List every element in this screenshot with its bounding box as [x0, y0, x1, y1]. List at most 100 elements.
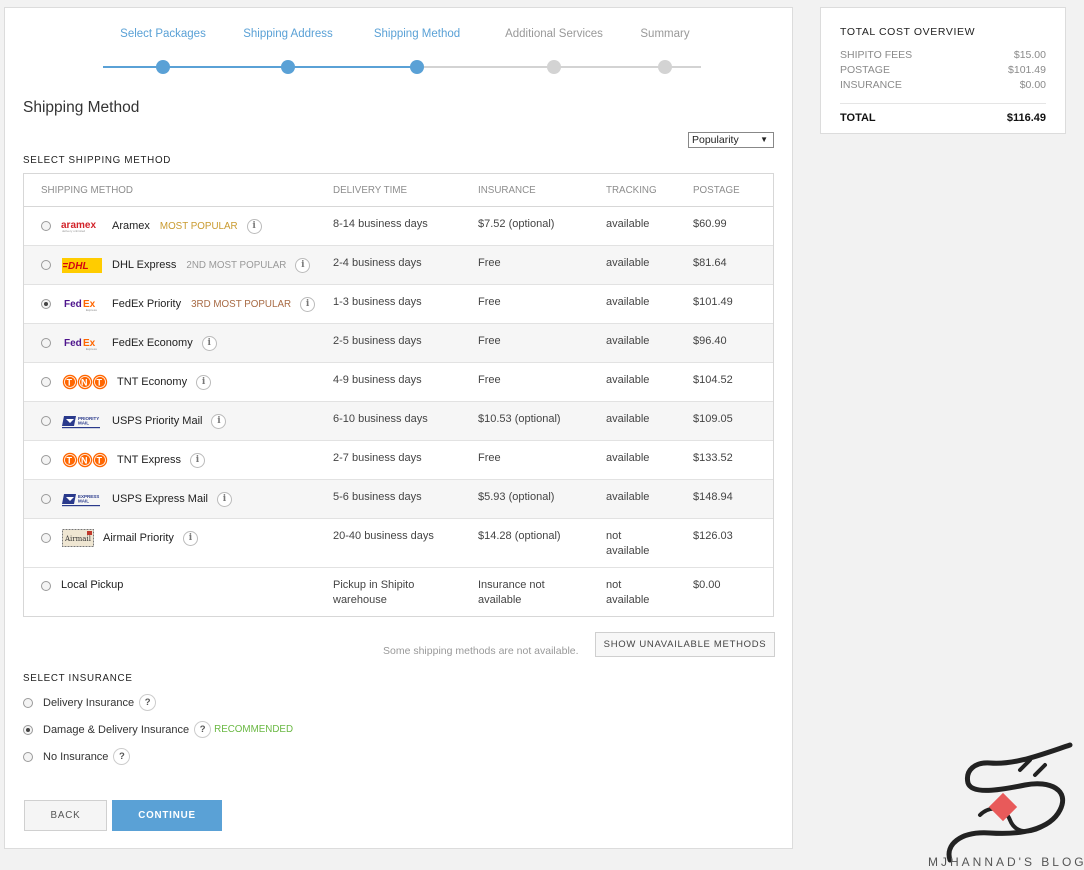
shipping-radio[interactable]: [41, 455, 51, 465]
svg-text:T: T: [66, 456, 72, 466]
aramex-logo: aramex delivery unlimited: [61, 217, 103, 235]
method-cell: EXPRESS MAIL USPS Express Mail i: [24, 480, 333, 508]
insurance-value: Free: [478, 335, 501, 347]
svg-text:MAIL: MAIL: [78, 420, 89, 425]
delivery-time: 20-40 business days: [333, 530, 434, 542]
insurance-value: Free: [478, 257, 501, 269]
insurance-option-label: Delivery Insurance: [43, 696, 135, 709]
insurance-option-delivery[interactable]: Delivery Insurance ?: [23, 694, 157, 711]
info-icon[interactable]: i: [211, 413, 227, 429]
insurance-radio[interactable]: [23, 697, 33, 708]
delivery-time: 1-3 business days: [333, 296, 422, 308]
show-unavailable-button[interactable]: SHOW UNAVAILABLE METHODS: [595, 632, 775, 657]
tracking-value: available: [606, 452, 650, 464]
info-icon[interactable]: i: [300, 296, 316, 312]
info-icon[interactable]: i: [216, 491, 232, 507]
step-shipping-address[interactable]: Shipping Address: [228, 26, 348, 74]
help-icon[interactable]: ?: [139, 694, 157, 711]
table-row[interactable]: Fed Ex Express FedEx Priority 3RD MOST POP…: [24, 285, 773, 324]
shipping-radio[interactable]: [41, 299, 51, 309]
main-panel: Select Packages Shipping Address Shippin…: [4, 7, 793, 849]
svg-text:T: T: [66, 378, 72, 388]
carrier-name: TNT Economy: [117, 375, 188, 388]
table-row[interactable]: DHL DHL Express 2ND MOST POPULAR i 2-4 b…: [24, 246, 773, 285]
table-row[interactable]: Fed Ex Express FedEx Economy i 2-5 busines…: [24, 324, 773, 363]
header-tracking: TRACKING: [606, 184, 657, 196]
method-cell: Fed Ex Express FedEx Priority 3RD MOST POP…: [24, 285, 333, 313]
sort-select[interactable]: Popularity ▼: [688, 132, 774, 148]
info-icon[interactable]: i: [295, 257, 311, 273]
carrier-name: Aramex: [112, 219, 150, 232]
section-label-shipping: SELECT SHIPPING METHOD: [23, 155, 172, 166]
popularity-badge: 2ND MOST POPULAR: [186, 259, 287, 271]
step-shipping-method[interactable]: Shipping Method: [357, 26, 477, 74]
info-icon[interactable]: i: [189, 452, 205, 468]
insurance-option-none[interactable]: No Insurance ?: [23, 748, 131, 765]
table-row[interactable]: TNT TNT Economy i 4-9 business days Free…: [24, 363, 773, 402]
method-cell: Local Pickup: [24, 568, 333, 593]
svg-text:N: N: [81, 456, 88, 466]
insurance-value: $5.93 (optional): [478, 491, 555, 503]
insurance-radio[interactable]: [23, 751, 33, 762]
tracking-value: available: [606, 335, 650, 347]
postage-value: $109.05: [693, 413, 733, 425]
info-icon[interactable]: i: [201, 335, 217, 351]
postage-value: $101.49: [693, 296, 733, 308]
insurance-value: $14.28 (optional): [478, 530, 561, 542]
info-icon[interactable]: i: [182, 530, 198, 546]
postage-value: $0.00: [693, 579, 721, 591]
carrier-name: Local Pickup: [61, 579, 124, 591]
shipping-radio[interactable]: [41, 580, 51, 591]
table-row[interactable]: Local Pickup Pickup in Shipito warehouse…: [24, 568, 773, 616]
shipping-radio[interactable]: [41, 260, 51, 270]
insurance-value: $7.52 (optional): [478, 218, 555, 230]
header-insurance: INSURANCE: [478, 184, 536, 196]
back-button[interactable]: BACK: [24, 800, 107, 831]
step-dot: [547, 60, 561, 74]
postage-value: $96.40: [693, 335, 727, 347]
shipping-radio[interactable]: [41, 494, 51, 504]
method-cell: DHL DHL Express 2ND MOST POPULAR i: [24, 246, 333, 274]
info-icon[interactable]: i: [246, 218, 262, 234]
table-row[interactable]: PRIORITY MAIL USPS Priority Mail i 6-10 b…: [24, 402, 773, 441]
table-row[interactable]: EXPRESS MAIL USPS Express Mail i 5-6 busi…: [24, 480, 773, 519]
help-icon[interactable]: ?: [194, 721, 212, 738]
help-icon[interactable]: ?: [113, 748, 131, 765]
table-header: SHIPPING METHOD DELIVERY TIME INSURANCE …: [24, 174, 773, 207]
tracking-value: available: [606, 374, 650, 386]
table-row[interactable]: aramex delivery unlimited Aramex MOST POP…: [24, 207, 773, 246]
page-title: Shipping Method: [23, 99, 140, 116]
step-label: Additional Services: [505, 28, 603, 40]
shipping-radio[interactable]: [41, 377, 51, 387]
shipping-radio[interactable]: [41, 533, 51, 543]
continue-button[interactable]: CONTINUE: [112, 800, 222, 831]
table-row[interactable]: Airmail Airmail Priority i 20-40 busines…: [24, 519, 773, 568]
insurance-value: Free: [478, 296, 501, 308]
cost-label: SHIPITO FEES: [840, 49, 913, 61]
info-icon[interactable]: i: [196, 374, 212, 390]
svg-text:delivery unlimited: delivery unlimited: [62, 229, 86, 233]
airmail-logo: Airmail: [61, 529, 94, 547]
shipping-radio[interactable]: [41, 416, 51, 426]
header-delivery-time: DELIVERY TIME: [333, 184, 408, 196]
step-select-packages[interactable]: Select Packages: [103, 26, 223, 74]
table-row[interactable]: TNT TNT Express i 2-7 business days Free…: [24, 441, 773, 480]
header-method: SHIPPING METHOD: [41, 184, 133, 196]
delivery-time: 2-5 business days: [333, 335, 422, 347]
carrier-name: DHL Express: [112, 258, 177, 271]
tracking-value: available: [606, 218, 650, 230]
insurance-radio[interactable]: [23, 724, 33, 735]
tracking-value: available: [606, 413, 650, 425]
tracking-value: available: [606, 491, 650, 503]
shipping-radio[interactable]: [41, 221, 51, 231]
shipping-radio[interactable]: [41, 338, 51, 348]
carrier-name: FedEx Economy: [112, 336, 193, 349]
method-cell: PRIORITY MAIL USPS Priority Mail i: [24, 402, 333, 430]
insurance-option-damage-delivery[interactable]: Damage & Delivery Insurance ? RECOMMENDE…: [23, 721, 293, 738]
svg-text:Fed: Fed: [64, 299, 82, 310]
delivery-time: 6-10 business days: [333, 413, 428, 425]
step-dot: [281, 60, 295, 74]
postage-value: $148.94: [693, 491, 733, 503]
step-dot: [658, 60, 672, 74]
cost-line: POSTAGE $101.49: [840, 63, 1046, 78]
